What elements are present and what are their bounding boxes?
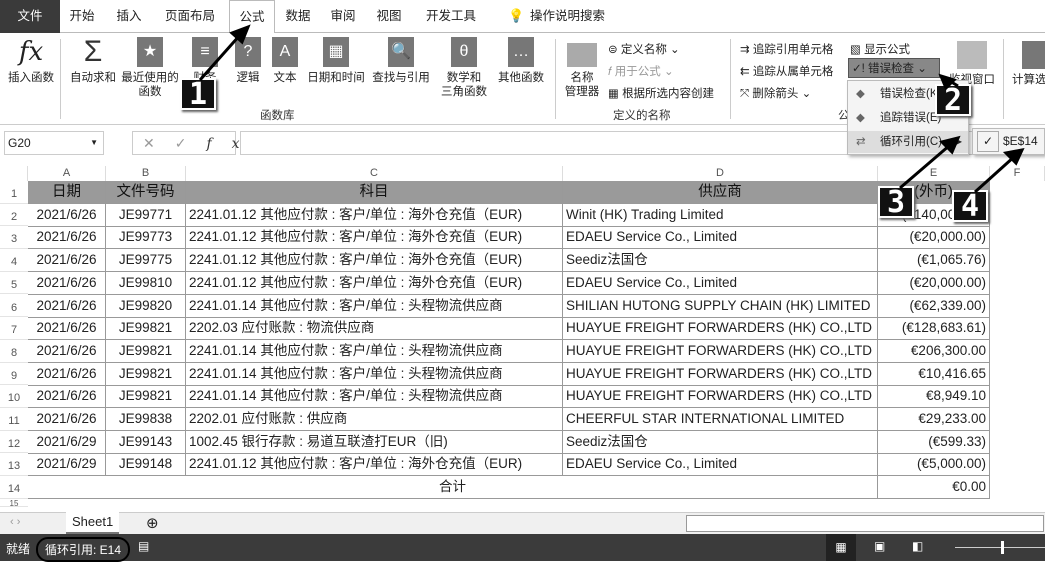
callout-arrows [198, 24, 1025, 194]
